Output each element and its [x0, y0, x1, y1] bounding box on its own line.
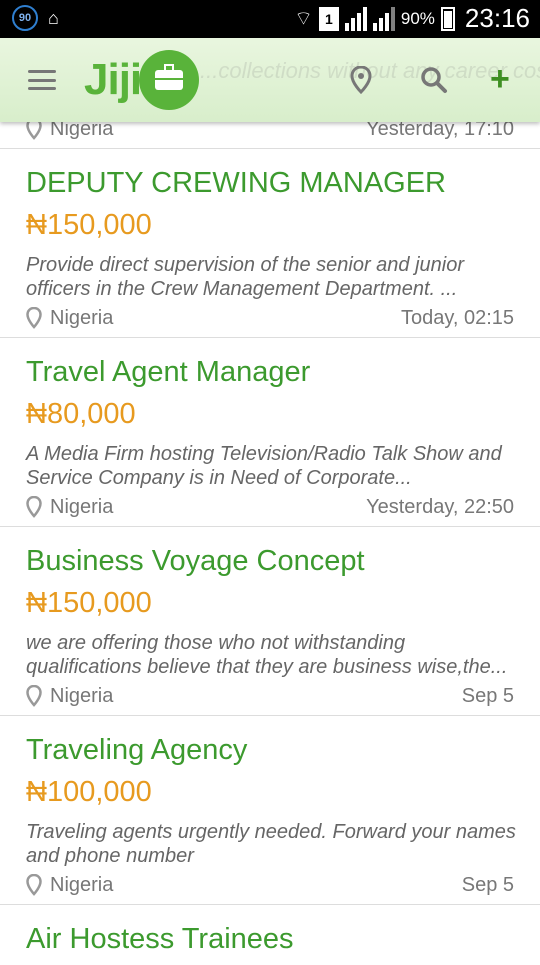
- item-title[interactable]: Business Voyage Concept: [26, 545, 365, 578]
- clock: 23:16: [464, 3, 530, 33]
- wifi-icon: ⌔: [294, 8, 313, 30]
- item-location: Nigeria: [50, 873, 114, 896]
- battery-percent: 90%: [400, 8, 435, 28]
- search-icon[interactable]: [420, 66, 448, 99]
- item-title[interactable]: Traveling Agency: [26, 734, 247, 767]
- list-item[interactable]: Business Voyage Concept ₦150,000 we are …: [0, 527, 540, 716]
- logo-text: Jiji: [84, 55, 142, 104]
- item-location: Nigeria: [50, 122, 114, 140]
- item-location: Nigeria: [50, 495, 114, 518]
- location-pin-icon: [26, 874, 42, 896]
- item-price: ₦100,000: [26, 776, 152, 808]
- signal-icon: [344, 6, 367, 31]
- item-description: A Media Firm hosting Television/Radio Ta…: [26, 443, 502, 489]
- jiji-logo[interactable]: Jiji: [84, 50, 200, 110]
- item-description: Traveling agents urgently needed. Forwar…: [26, 821, 516, 867]
- app-bar: ...collections without any career cost J…: [0, 38, 540, 122]
- list-item[interactable]: Nigeria Yesterday, 17:10: [0, 122, 540, 149]
- location-pin-icon: [26, 122, 42, 140]
- item-location: Nigeria: [50, 306, 114, 329]
- signal-2-icon: [372, 6, 395, 31]
- list-item[interactable]: Travel Agent Manager ₦80,000 A Media Fir…: [0, 338, 540, 527]
- item-date: Today, 02:15: [400, 306, 514, 329]
- job-list: Nigeria Yesterday, 17:10 DEPUTY CREWING …: [0, 122, 540, 965]
- item-date: Sep 5: [461, 873, 514, 896]
- location-pin-icon: [26, 496, 42, 518]
- briefcase-icon: [139, 50, 200, 110]
- list-item[interactable]: DEPUTY CREWING MANAGER ₦150,000 Provide …: [0, 149, 540, 338]
- item-description: Provide direct supervision of the senior…: [26, 254, 465, 300]
- list-item[interactable]: Air Hostess Trainees: [0, 905, 540, 965]
- notification-badge-icon: 90: [12, 5, 38, 31]
- item-date: Sep 5: [461, 684, 514, 707]
- item-price: ₦150,000: [26, 209, 152, 241]
- clean-broom-icon: ⌂: [48, 7, 59, 28]
- status-bar: 90 ⌂ ⌔ 1 90% 23:16: [0, 0, 540, 38]
- location-pin-icon[interactable]: [350, 65, 372, 99]
- item-price: ₦150,000: [26, 587, 152, 619]
- list-item[interactable]: Traveling Agency ₦100,000 Traveling agen…: [0, 716, 540, 905]
- item-date: Yesterday, 22:50: [366, 495, 514, 518]
- item-price: ₦80,000: [26, 398, 136, 430]
- menu-icon[interactable]: [28, 70, 56, 90]
- item-description: we are offering those who not withstandi…: [26, 632, 508, 678]
- sim-icon: 1: [318, 6, 339, 31]
- battery-icon: [440, 6, 455, 31]
- item-date: Yesterday, 17:10: [366, 122, 514, 140]
- location-pin-icon: [26, 685, 42, 707]
- item-title[interactable]: DEPUTY CREWING MANAGER: [26, 167, 446, 200]
- location-pin-icon: [26, 307, 42, 329]
- item-title[interactable]: Travel Agent Manager: [26, 356, 310, 389]
- item-title[interactable]: Air Hostess Trainees: [26, 923, 294, 956]
- add-icon[interactable]: +: [490, 62, 510, 96]
- item-location: Nigeria: [50, 684, 114, 707]
